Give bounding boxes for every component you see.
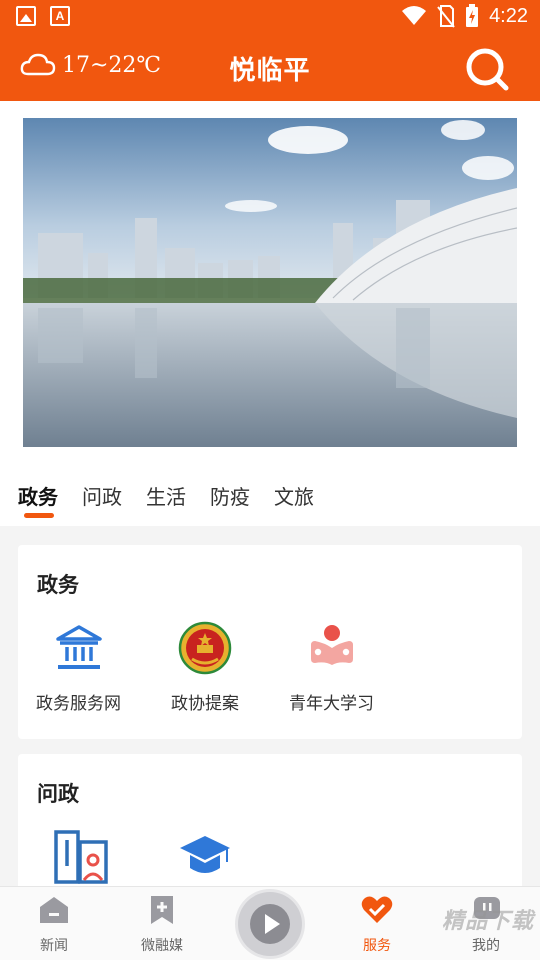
- tab-wenzheng[interactable]: 问政: [82, 481, 122, 510]
- service-cppcc-proposal[interactable]: 政协提案: [171, 621, 239, 714]
- service-government-portal[interactable]: 政务服务网: [36, 621, 121, 714]
- nav-label: 服务: [363, 938, 391, 954]
- service-youth-study[interactable]: 青年大学习: [289, 621, 374, 714]
- wifi-icon: [402, 6, 427, 25]
- section-wenzheng: 问政: [18, 754, 522, 894]
- weather-text: 17~22℃: [62, 52, 162, 78]
- bottom-navigation: 新闻 微融媒 服务 我的 精品下载: [0, 886, 540, 960]
- content-top: [0, 101, 540, 526]
- status-time: 4:22: [489, 4, 528, 27]
- search-icon[interactable]: [464, 46, 510, 92]
- active-tab-indicator: [24, 513, 54, 518]
- service-label: 青年大学习: [289, 694, 374, 714]
- gallery-notification-icon: [16, 6, 36, 26]
- tab-shenghuo[interactable]: 生活: [146, 481, 186, 510]
- nav-news[interactable]: 新闻: [14, 895, 94, 955]
- section-zhengwu: 政务 政务服务网 政协提案 青年大学习: [18, 545, 522, 739]
- tab-fangyi[interactable]: 防疫: [210, 481, 250, 510]
- app-header: A 4:22 17~22℃ 悦临平: [0, 0, 540, 101]
- cppcc-emblem-icon: [178, 621, 232, 675]
- service-label: 政协提案: [171, 694, 239, 714]
- tab-zhengwu[interactable]: 政务: [18, 481, 58, 510]
- nav-label: 微融媒: [141, 938, 183, 954]
- home-icon: [40, 897, 68, 923]
- no-sim-icon: [437, 5, 455, 28]
- youth-study-icon: [310, 625, 353, 665]
- section-title: 问政: [37, 782, 79, 806]
- nav-micro-media[interactable]: 微融媒: [122, 895, 202, 955]
- nav-label: 新闻: [40, 938, 68, 954]
- watermark: 精品下载: [441, 909, 534, 934]
- nav-label: 我的: [472, 938, 500, 954]
- section-title: 政务: [37, 573, 79, 597]
- nav-service[interactable]: 服务: [337, 895, 417, 955]
- heart-icon: [361, 896, 393, 923]
- service-label: 政务服务网: [36, 694, 121, 714]
- cloud-icon: [20, 53, 56, 76]
- play-button[interactable]: [238, 892, 302, 956]
- category-tabs: 政务 问政 生活 防疫 文旅: [18, 481, 314, 510]
- banner-image[interactable]: [23, 118, 517, 447]
- tab-wenlv[interactable]: 文旅: [274, 481, 314, 510]
- status-bar: A 4:22: [0, 0, 540, 36]
- app-notification-icon: A: [50, 6, 70, 26]
- bookmark-icon: [151, 896, 173, 924]
- weather-widget[interactable]: 17~22℃: [20, 52, 161, 78]
- graduation-cap-icon: [180, 836, 230, 873]
- play-icon: [250, 904, 290, 944]
- id-card-icon: [54, 830, 108, 884]
- government-building-icon: [55, 625, 102, 669]
- service-education[interactable]: [178, 830, 232, 894]
- battery-charging-icon: [466, 4, 479, 27]
- service-id-card[interactable]: [54, 830, 108, 894]
